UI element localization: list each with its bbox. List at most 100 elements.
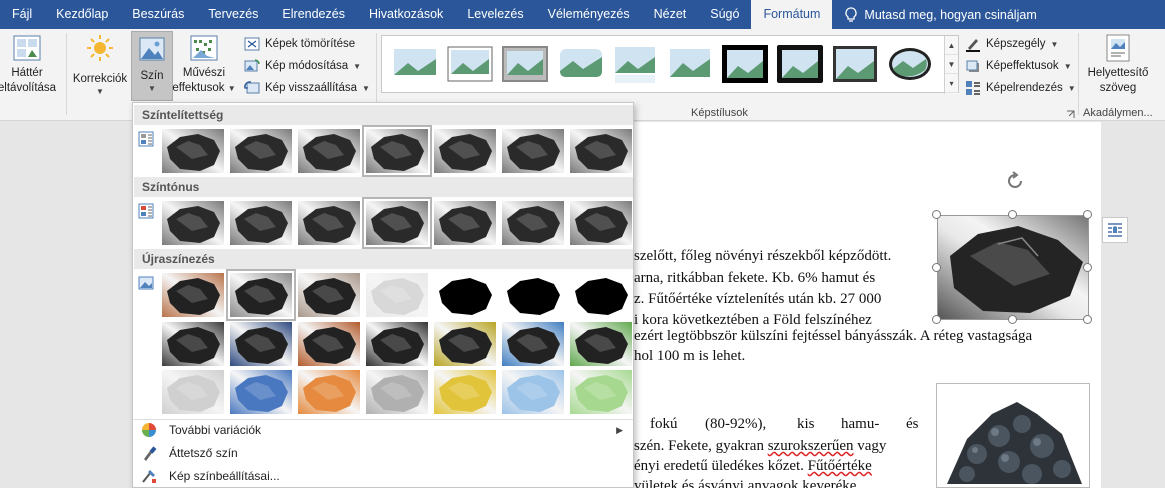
tab-kezdolap[interactable]: Kezdőlap	[44, 0, 120, 29]
color-thumbnail[interactable]	[502, 129, 564, 173]
recolor-thumbnail[interactable]	[366, 322, 428, 366]
resize-handle[interactable]	[932, 315, 941, 324]
picture-layout-button[interactable]: Képelrendezés ▼	[965, 80, 1076, 96]
coal-pile-image[interactable]	[936, 383, 1090, 488]
recolor-thumbnail[interactable]	[162, 273, 224, 317]
resize-handle[interactable]	[1008, 315, 1017, 324]
resize-handle[interactable]	[1083, 210, 1092, 219]
recolor-thumbnail[interactable]	[434, 322, 496, 366]
picture-style-thumbnail[interactable]	[500, 41, 550, 87]
tab-beszuras[interactable]: Beszúrás	[120, 0, 196, 29]
color-dropdown-menu: Színtelítettség Színtónus Újraszínezés T…	[132, 102, 634, 488]
recolor-thumbnail[interactable]	[570, 273, 632, 317]
color-thumbnail[interactable]	[434, 129, 496, 173]
recolor-thumbnail[interactable]	[226, 269, 296, 321]
color-thumbnail[interactable]	[298, 129, 360, 173]
more-variations-label: További variációk	[169, 423, 262, 437]
paragraph-word: hamu-	[841, 416, 880, 432]
change-picture-button[interactable]: Kép módosítása ▼	[244, 58, 361, 74]
recolor-thumbnail[interactable]	[298, 370, 360, 414]
corrections-button[interactable]: Korrekciók ▼	[70, 33, 130, 96]
color-thumbnail[interactable]	[362, 125, 432, 177]
rotate-handle-icon[interactable]	[1004, 170, 1026, 192]
remove-background-button[interactable]: Háttér eltávolítása	[0, 33, 62, 96]
recolor-thumbnail[interactable]	[230, 322, 292, 366]
artistic-effects-button[interactable]: Művészi effektusok ▼	[172, 33, 236, 96]
recolor-thumbnail[interactable]	[502, 273, 564, 317]
recolor-thumbnail[interactable]	[366, 273, 428, 317]
color-thumbnail[interactable]	[570, 129, 632, 173]
resize-handle[interactable]	[932, 210, 941, 219]
layout-options-icon	[1108, 223, 1122, 237]
recolor-thumbnail[interactable]	[298, 322, 360, 366]
saturation-header: Színtelítettség	[134, 105, 633, 125]
tell-me-box[interactable]: Mutasd meg, hogyan csináljam	[832, 6, 1037, 23]
picture-border-button[interactable]: Képszegély ▼	[965, 36, 1058, 52]
recolor-thumbnail[interactable]	[570, 322, 632, 366]
color-thumbnail[interactable]	[230, 129, 292, 173]
tab-fajl[interactable]: Fájl	[0, 0, 44, 29]
picture-style-thumbnail[interactable]	[885, 41, 935, 87]
resize-handle[interactable]	[1083, 263, 1092, 272]
tab-sugo[interactable]: Súgó	[698, 0, 751, 29]
recolor-thumbnail[interactable]	[502, 322, 564, 366]
gallery-scroll[interactable]: ▲ ▼ ▾	[944, 36, 958, 94]
paragraph-word: és	[906, 416, 919, 432]
recolor-thumbnail[interactable]	[502, 370, 564, 414]
tab-nezet[interactable]: Nézet	[642, 0, 699, 29]
resize-handle[interactable]	[932, 263, 941, 272]
tab-velemenyezes[interactable]: Véleményezés	[536, 0, 642, 29]
recolor-thumbnail[interactable]	[298, 273, 360, 317]
picture-effects-button[interactable]: Képeffektusok ▼	[965, 58, 1072, 74]
picture-color-options-item[interactable]: Kép színbeállításai...	[137, 465, 631, 487]
recolor-thumbnail[interactable]	[230, 370, 292, 414]
color-thumbnail[interactable]	[162, 201, 224, 245]
chevron-down-icon[interactable]: ▼	[945, 55, 958, 74]
tab-tervezes[interactable]: Tervezés	[196, 0, 270, 29]
picture-style-thumbnail[interactable]	[720, 41, 770, 87]
picture-style-thumbnail[interactable]	[555, 41, 605, 87]
tab-elrendezes[interactable]: Elrendezés	[270, 0, 357, 29]
compress-pictures-button[interactable]: Képek tömörítése	[244, 36, 355, 52]
recolor-thumbnail[interactable]	[434, 273, 496, 317]
alt-text-button[interactable]: Helyettesítő szöveg	[1082, 33, 1154, 96]
reset-picture-button[interactable]: Kép visszaállítása ▼	[244, 80, 370, 96]
resize-handle[interactable]	[1008, 210, 1017, 219]
picture-style-thumbnail[interactable]	[390, 41, 440, 87]
picture-style-thumbnail[interactable]	[445, 41, 495, 87]
picture-style-thumbnail[interactable]	[665, 41, 715, 87]
color-thumbnail[interactable]	[298, 201, 360, 245]
tab-levelezes[interactable]: Levelezés	[455, 0, 535, 29]
gallery-expand-icon[interactable]: ▾	[945, 74, 958, 93]
color-thumbnail[interactable]	[230, 201, 292, 245]
color-thumbnail[interactable]	[362, 197, 432, 249]
picture-style-thumbnail[interactable]	[830, 41, 880, 87]
set-transparent-color-item[interactable]: Áttetsző szín	[137, 442, 631, 464]
paragraph-line: ezért legtöbbször külszíni fejtéssel bán…	[634, 328, 1033, 344]
recolor-thumbnail[interactable]	[570, 370, 632, 414]
selected-coal-image[interactable]	[937, 215, 1089, 320]
transparent-color-label: Áttetsző szín	[169, 446, 238, 460]
color-thumbnail[interactable]	[570, 201, 632, 245]
recolor-thumbnail[interactable]	[434, 370, 496, 414]
color-thumbnail[interactable]	[434, 201, 496, 245]
dialog-launcher-icon[interactable]	[1066, 110, 1075, 119]
spelling-error[interactable]: Fűtőértéke	[808, 458, 872, 474]
color-thumbnail[interactable]	[162, 129, 224, 173]
recolor-thumbnail[interactable]	[162, 370, 224, 414]
picture-style-thumbnail[interactable]	[775, 41, 825, 87]
alt-text-icon	[1106, 34, 1130, 62]
more-variations-item[interactable]: További variációk ▶	[137, 419, 631, 441]
recolor-thumbnail[interactable]	[162, 322, 224, 366]
picture-style-thumbnail[interactable]	[610, 41, 660, 87]
recolor-header: Újraszínezés	[134, 249, 633, 269]
color-button[interactable]: Szín ▼	[131, 31, 173, 101]
spelling-error[interactable]: szurokszerűen	[768, 438, 854, 454]
color-thumbnail[interactable]	[502, 201, 564, 245]
tab-formatum[interactable]: Formátum	[751, 0, 833, 29]
chevron-up-icon[interactable]: ▲	[945, 36, 958, 55]
resize-handle[interactable]	[1083, 315, 1092, 324]
recolor-thumbnail[interactable]	[366, 370, 428, 414]
tab-hivatkozasok[interactable]: Hivatkozások	[357, 0, 455, 29]
layout-options-button[interactable]	[1102, 217, 1128, 243]
